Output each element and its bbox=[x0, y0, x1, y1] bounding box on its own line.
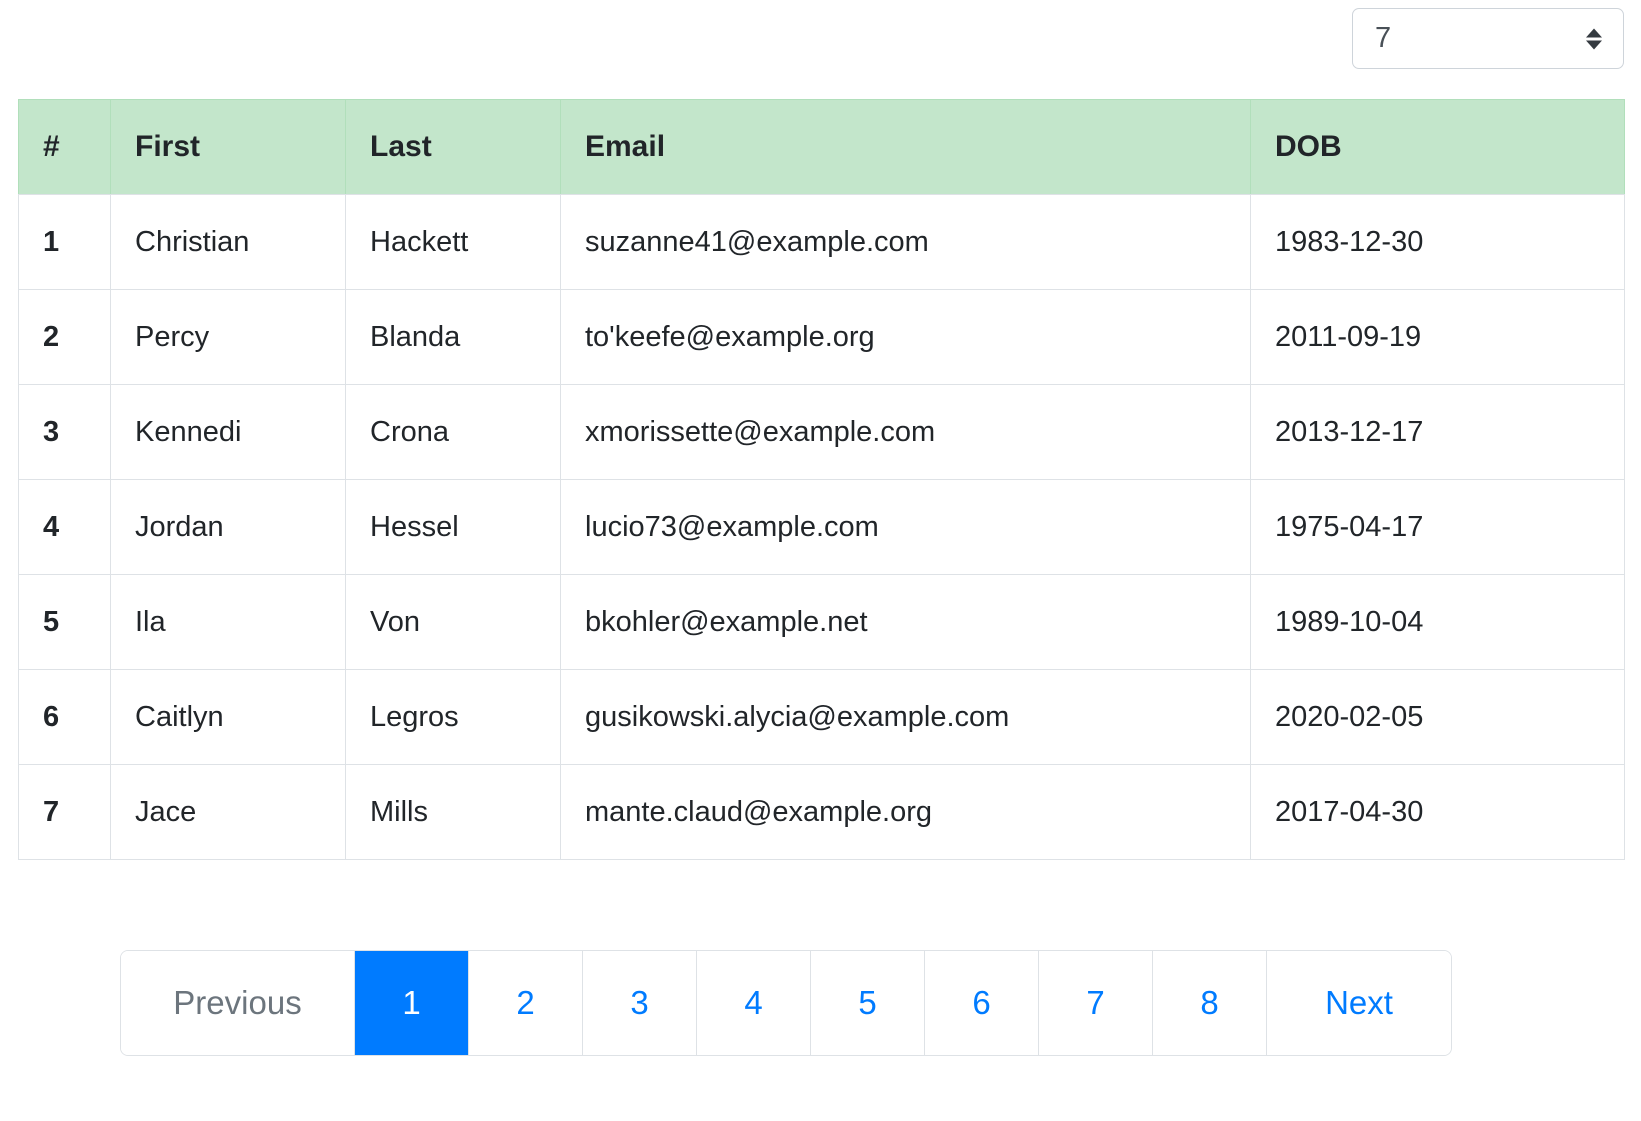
cell-last: Hackett bbox=[345, 194, 561, 290]
pagination-item-8[interactable]: 8 bbox=[1152, 951, 1266, 1055]
cell-last: Mills bbox=[345, 764, 561, 860]
pagination: Previous 1 2 3 4 5 6 7 8 Next bbox=[120, 950, 1452, 1056]
pagination-page-4[interactable]: 4 bbox=[696, 951, 810, 1055]
pagination-item-2[interactable]: 2 bbox=[468, 951, 582, 1055]
pagination-container: Previous 1 2 3 4 5 6 7 8 Next bbox=[120, 950, 1524, 1056]
cell-email: lucio73@example.com bbox=[560, 479, 1251, 575]
table-row: 3 Kennedi Crona xmorissette@example.com … bbox=[18, 384, 1625, 480]
cell-num: 2 bbox=[18, 289, 111, 385]
cell-last: Legros bbox=[345, 669, 561, 765]
pagination-item-7[interactable]: 7 bbox=[1038, 951, 1152, 1055]
cell-num: 6 bbox=[18, 669, 111, 765]
cell-last: Hessel bbox=[345, 479, 561, 575]
pagination-page-5[interactable]: 5 bbox=[810, 951, 924, 1055]
pagination-previous-button[interactable]: Previous bbox=[121, 951, 354, 1055]
table-row: 4 Jordan Hessel lucio73@example.com 1975… bbox=[18, 479, 1625, 575]
cell-last: Von bbox=[345, 574, 561, 670]
per-page-select[interactable]: 7 bbox=[1352, 8, 1624, 69]
cell-email: bkohler@example.net bbox=[560, 574, 1251, 670]
cell-dob: 1989-10-04 bbox=[1250, 574, 1625, 670]
cell-first: Caitlyn bbox=[110, 669, 346, 765]
cell-first: Ila bbox=[110, 574, 346, 670]
pagination-page-2[interactable]: 2 bbox=[468, 951, 582, 1055]
cell-last: Blanda bbox=[345, 289, 561, 385]
cell-num: 3 bbox=[18, 384, 111, 480]
table-header-row: # First Last Email DOB bbox=[18, 99, 1625, 195]
pagination-item-5[interactable]: 5 bbox=[810, 951, 924, 1055]
table-row: 2 Percy Blanda to'keefe@example.org 2011… bbox=[18, 289, 1625, 385]
cell-num: 5 bbox=[18, 574, 111, 670]
table-toolbar: 7 bbox=[0, 8, 1624, 70]
column-header-first[interactable]: First bbox=[110, 99, 346, 195]
cell-first: Jace bbox=[110, 764, 346, 860]
cell-dob: 2017-04-30 bbox=[1250, 764, 1625, 860]
pagination-item-4[interactable]: 4 bbox=[696, 951, 810, 1055]
users-table: # First Last Email DOB 1 Christian Hacke… bbox=[18, 99, 1625, 860]
column-header-email[interactable]: Email bbox=[560, 99, 1251, 195]
pagination-item-3[interactable]: 3 bbox=[582, 951, 696, 1055]
pagination-page-7[interactable]: 7 bbox=[1038, 951, 1152, 1055]
cell-num: 1 bbox=[18, 194, 111, 290]
column-header-last[interactable]: Last bbox=[345, 99, 561, 195]
page-root: 7 # First Last Email DOB 1 Christian Hac… bbox=[0, 0, 1641, 1121]
cell-first: Percy bbox=[110, 289, 346, 385]
cell-dob: 2013-12-17 bbox=[1250, 384, 1625, 480]
column-header-num[interactable]: # bbox=[18, 99, 111, 195]
table-row: 6 Caitlyn Legros gusikowski.alycia@examp… bbox=[18, 669, 1625, 765]
cell-dob: 2011-09-19 bbox=[1250, 289, 1625, 385]
column-header-dob[interactable]: DOB bbox=[1250, 99, 1625, 195]
cell-first: Christian bbox=[110, 194, 346, 290]
pagination-page-3[interactable]: 3 bbox=[582, 951, 696, 1055]
cell-first: Kennedi bbox=[110, 384, 346, 480]
cell-dob: 2020-02-05 bbox=[1250, 669, 1625, 765]
table-row: 1 Christian Hackett suzanne41@example.co… bbox=[18, 194, 1625, 290]
table-body: 1 Christian Hackett suzanne41@example.co… bbox=[18, 194, 1625, 860]
cell-last: Crona bbox=[345, 384, 561, 480]
table-row: 7 Jace Mills mante.claud@example.org 201… bbox=[18, 764, 1625, 860]
pagination-item-previous[interactable]: Previous bbox=[121, 951, 354, 1055]
cell-dob: 1983-12-30 bbox=[1250, 194, 1625, 290]
cell-email: gusikowski.alycia@example.com bbox=[560, 669, 1251, 765]
table-container: # First Last Email DOB 1 Christian Hacke… bbox=[18, 99, 1625, 860]
per-page-select-wrapper: 7 bbox=[1352, 8, 1624, 69]
pagination-page-1[interactable]: 1 bbox=[354, 951, 468, 1055]
pagination-next-button[interactable]: Next bbox=[1266, 951, 1451, 1055]
cell-email: xmorissette@example.com bbox=[560, 384, 1251, 480]
pagination-page-6[interactable]: 6 bbox=[924, 951, 1038, 1055]
cell-email: suzanne41@example.com bbox=[560, 194, 1251, 290]
table-head: # First Last Email DOB bbox=[18, 99, 1625, 195]
cell-num: 7 bbox=[18, 764, 111, 860]
pagination-item-6[interactable]: 6 bbox=[924, 951, 1038, 1055]
cell-email: to'keefe@example.org bbox=[560, 289, 1251, 385]
cell-email: mante.claud@example.org bbox=[560, 764, 1251, 860]
pagination-page-8[interactable]: 8 bbox=[1152, 951, 1266, 1055]
pagination-item-next[interactable]: Next bbox=[1266, 951, 1451, 1055]
pagination-item-1[interactable]: 1 bbox=[354, 951, 468, 1055]
cell-dob: 1975-04-17 bbox=[1250, 479, 1625, 575]
table-row: 5 Ila Von bkohler@example.net 1989-10-04 bbox=[18, 574, 1625, 670]
cell-num: 4 bbox=[18, 479, 111, 575]
cell-first: Jordan bbox=[110, 479, 346, 575]
